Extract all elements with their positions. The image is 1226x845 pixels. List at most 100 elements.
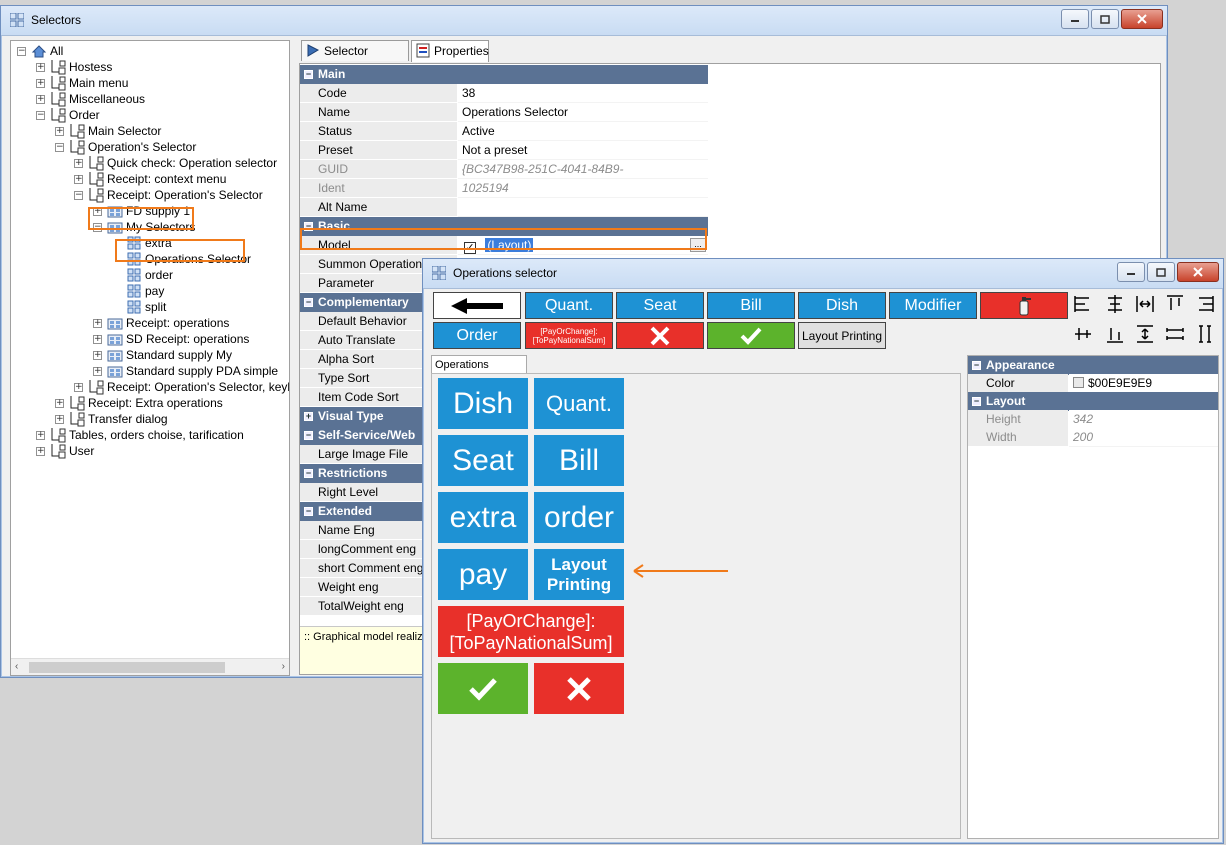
align-left-icon[interactable] (1071, 292, 1095, 316)
selector-tree[interactable]: − All + Hostess + Main menu + Miscellaneous − Ord… (10, 40, 290, 676)
prop-code[interactable]: Code 38 (300, 84, 708, 103)
tree-node-label: Receipt: context menu (107, 172, 227, 186)
expand-icon[interactable]: + (55, 399, 64, 408)
expand-icon[interactable]: + (55, 415, 64, 424)
tile-dish[interactable]: Dish (438, 378, 528, 429)
color-swatch (1073, 377, 1084, 388)
align-center-h-icon[interactable] (1103, 292, 1127, 316)
tile-cancel[interactable] (534, 663, 624, 714)
modifier-button[interactable]: Modifier (889, 292, 977, 319)
align-right-icon[interactable] (1193, 292, 1217, 316)
section-layout[interactable]: − Layout (968, 392, 1218, 411)
back-button[interactable] (433, 292, 521, 319)
same-height-icon[interactable] (1193, 322, 1217, 346)
align-center-v-icon[interactable] (1071, 322, 1095, 346)
seat-button[interactable]: Seat (616, 292, 704, 319)
checkmark-icon (740, 327, 762, 345)
scroll-right-icon[interactable]: › (282, 661, 285, 672)
section-appearance[interactable]: − Appearance (968, 356, 1218, 375)
expand-icon[interactable]: + (36, 79, 45, 88)
tile-properties-pane[interactable]: − Appearance Color $00E9E9E9 − Layout Heig… (967, 355, 1219, 839)
expand-icon[interactable]: + (74, 159, 83, 168)
layout-printing-button[interactable]: Layout Printing (798, 322, 886, 349)
collapse-icon[interactable]: − (304, 298, 313, 307)
tile-pay-or-change[interactable]: [PayOrChange]: [ToPayNationalSum] (438, 606, 624, 657)
close-button[interactable] (1121, 9, 1163, 29)
ops-titlebar: Operations selector (423, 259, 1223, 289)
tile-quant[interactable]: Quant. (534, 378, 624, 429)
expand-icon[interactable]: + (36, 431, 45, 440)
space-vertical-icon[interactable] (1133, 322, 1157, 346)
scroll-thumb[interactable] (29, 662, 225, 673)
quant-button[interactable]: Quant. (525, 292, 613, 319)
collapse-icon[interactable]: − (972, 397, 981, 406)
tile-ok[interactable] (438, 663, 528, 714)
prop-name[interactable]: Name Operations Selector (300, 103, 708, 122)
selector-folder-icon (107, 347, 124, 363)
expand-icon[interactable]: + (36, 95, 45, 104)
tree-node-label: Order (69, 108, 100, 122)
tile-seat[interactable]: Seat (438, 435, 528, 486)
prop-alt-name[interactable]: Alt Name (300, 198, 708, 217)
minimize-button[interactable] (1061, 9, 1089, 29)
collapse-icon[interactable]: − (36, 111, 45, 120)
tree-node-label: Transfer dialog (88, 412, 168, 426)
tree-horizontal-scrollbar[interactable]: ‹ › (11, 658, 289, 675)
bill-button[interactable]: Bill (707, 292, 795, 319)
ok-button[interactable] (707, 322, 795, 349)
tab-operations-selector[interactable]: Operations selector (431, 355, 527, 389)
fire-extinguisher-button[interactable] (980, 292, 1068, 319)
collapse-icon[interactable]: − (74, 191, 83, 200)
prop-status[interactable]: Status Active (300, 122, 708, 141)
tree-node-label: SD Receipt: operations (126, 332, 250, 346)
expand-icon[interactable]: + (74, 175, 83, 184)
prop-ident: Ident 1025194 (300, 179, 708, 198)
maximize-button[interactable] (1091, 9, 1119, 29)
tile-bill[interactable]: Bill (534, 435, 624, 486)
selector-grid-icon (432, 266, 446, 280)
expand-icon[interactable]: + (74, 383, 83, 392)
section-main[interactable]: − Main (300, 65, 708, 84)
collapse-icon[interactable]: − (972, 361, 981, 370)
folder-icon (50, 75, 67, 91)
folder-icon (88, 187, 105, 203)
collapse-icon[interactable]: − (304, 70, 313, 79)
expand-icon[interactable]: + (93, 335, 102, 344)
selector-grid-icon (10, 13, 24, 27)
expand-icon[interactable]: + (93, 367, 102, 376)
tile-layout-printing[interactable]: Layout Printing (534, 549, 624, 600)
tab-selector-buttons[interactable]: Selector Buttons (301, 40, 409, 78)
tile-order[interactable]: order (534, 492, 624, 543)
space-horizontal-icon[interactable] (1133, 292, 1157, 316)
highlight-operations-selector (115, 239, 245, 262)
collapse-icon[interactable]: − (55, 143, 64, 152)
tile-extra[interactable]: extra (438, 492, 528, 543)
collapse-icon[interactable]: − (304, 469, 313, 478)
expand-icon[interactable]: + (304, 412, 313, 421)
collapse-icon[interactable]: − (17, 47, 26, 56)
align-top-icon[interactable] (1163, 292, 1187, 316)
expand-icon[interactable]: + (36, 63, 45, 72)
order-button[interactable]: Order (433, 322, 521, 349)
scroll-left-icon[interactable]: ‹ (15, 661, 18, 672)
cancel-button[interactable] (616, 322, 704, 349)
expand-icon[interactable]: + (93, 351, 102, 360)
grid-icon (126, 299, 143, 315)
expand-icon[interactable]: + (36, 447, 45, 456)
prop-color[interactable]: Color $00E9E9E9 (968, 374, 1218, 393)
tile-pay[interactable]: pay (438, 549, 528, 600)
collapse-icon[interactable]: − (304, 507, 313, 516)
same-width-icon[interactable] (1163, 322, 1187, 346)
collapse-icon[interactable]: − (304, 431, 313, 440)
tab-properties[interactable]: Properties (411, 40, 489, 62)
close-button[interactable] (1177, 262, 1219, 282)
maximize-button[interactable] (1147, 262, 1175, 282)
prop-preset[interactable]: Preset Not a preset (300, 141, 708, 160)
expand-icon[interactable]: + (93, 319, 102, 328)
align-bottom-icon[interactable] (1103, 322, 1127, 346)
dish-button[interactable]: Dish (798, 292, 886, 319)
expand-icon[interactable]: + (55, 127, 64, 136)
minimize-button[interactable] (1117, 262, 1145, 282)
pay-or-change-button[interactable]: [PayOrChange]: [ToPayNationalSum] (525, 322, 613, 349)
minimize-icon (1127, 273, 1135, 275)
